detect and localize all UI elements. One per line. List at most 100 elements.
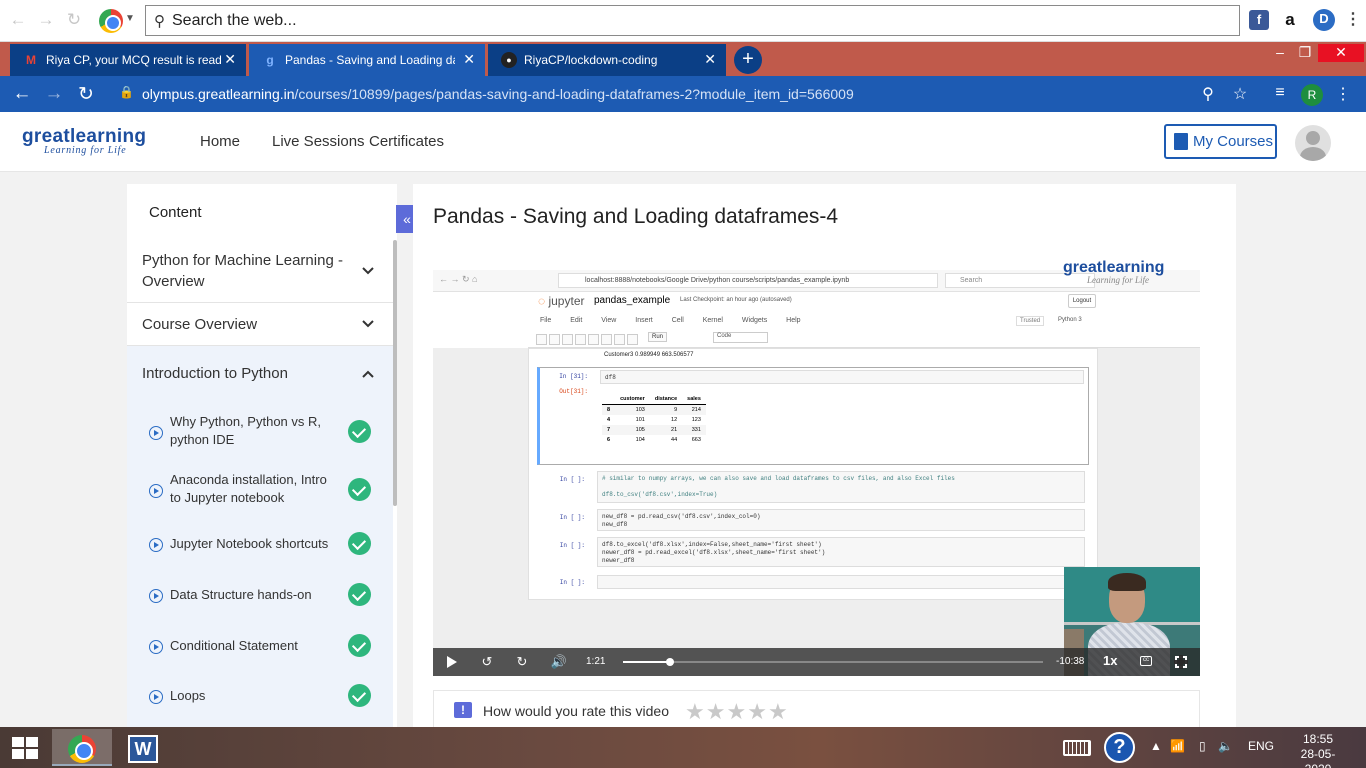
star-rating[interactable]: ★★★★★: [685, 699, 789, 725]
progress-handle[interactable]: [666, 658, 675, 666]
play-circle-icon: [149, 426, 163, 440]
cell-code: new_df8 = pd.read_csv('df8.csv',index_co…: [597, 509, 1085, 531]
clock[interactable]: 18:55 28-05-2020: [1288, 732, 1348, 768]
lesson-data-structure[interactable]: Data Structure hands-on: [127, 568, 393, 619]
lesson-why-python[interactable]: Why Python, Python vs R, python IDE: [127, 402, 393, 460]
playlist-icon[interactable]: ≡: [1270, 84, 1290, 102]
new-tab-button[interactable]: +: [734, 46, 762, 74]
url-path: /courses/10899/pages/pandas-saving-and-l…: [294, 86, 854, 102]
lesson-conditional[interactable]: Conditional Statement: [127, 619, 393, 670]
taskbar-word[interactable]: W: [112, 729, 172, 766]
cell-code: [597, 575, 1085, 589]
url-host: olympus.greatlearning.in: [142, 86, 295, 102]
forward-arrow-icon[interactable]: →: [36, 10, 56, 30]
table-cell: 8: [602, 404, 616, 415]
star-icon[interactable]: ★: [768, 699, 789, 724]
user-avatar[interactable]: [1295, 125, 1331, 161]
lesson-anaconda[interactable]: Anaconda installation, Intro to Jupyter …: [127, 460, 393, 518]
table-row: 4 101 12 123: [602, 415, 706, 425]
table-cell: 21: [649, 425, 683, 435]
chevron-down-icon: [362, 267, 374, 275]
volume-icon[interactable]: 🔊: [550, 654, 568, 670]
chrome-logo-icon[interactable]: [99, 9, 123, 33]
video-player[interactable]: ← → ↻ ⌂ localhost:8888/notebooks/Google …: [433, 252, 1200, 676]
module-course-overview[interactable]: Course Overview: [127, 303, 393, 346]
bookmark-star-icon[interactable]: ☆: [1230, 84, 1250, 104]
language-indicator[interactable]: ENG: [1248, 739, 1274, 753]
nav-certificates[interactable]: Certificates: [369, 133, 444, 150]
more-menu-icon[interactable]: ⋮: [1343, 10, 1363, 30]
progress-bar[interactable]: [623, 658, 1043, 666]
module-python-ml-overview[interactable]: Python for Machine Learning - Overview: [127, 240, 393, 303]
lesson-title: Data Structure hands-on: [170, 587, 312, 602]
chevron-down-icon[interactable]: ▼: [125, 13, 135, 24]
tab-pandas[interactable]: g Pandas - Saving and Loading dataframes…: [249, 44, 485, 76]
play-icon[interactable]: [447, 656, 457, 668]
more-menu-icon[interactable]: ⋮: [1333, 84, 1353, 104]
fullscreen-icon[interactable]: [1174, 655, 1188, 669]
logout-button: Logout: [1068, 294, 1096, 308]
greatlearning-logo[interactable]: greatlearning Learning for Life: [22, 126, 146, 156]
windows-start-icon[interactable]: [12, 737, 38, 759]
tray-chevron-up-icon[interactable]: ▲: [1150, 739, 1162, 753]
greatlearning-icon: g: [266, 53, 274, 67]
taskbar-chrome[interactable]: [52, 729, 112, 766]
lesson-title: Jupyter Notebook shortcuts: [170, 536, 329, 551]
star-icon[interactable]: ★: [685, 699, 706, 724]
web-search-box[interactable]: ⚲: [145, 5, 1240, 36]
sidebar-scrollbar[interactable]: [393, 240, 397, 506]
profile-avatar[interactable]: R: [1301, 84, 1323, 106]
web-search-input[interactable]: [172, 10, 1172, 31]
module-intro-python[interactable]: Introduction to Python: [127, 346, 393, 402]
captions-icon[interactable]: cc: [1140, 656, 1152, 666]
restore-icon[interactable]: ❐: [1290, 44, 1320, 61]
jupyter-logo: ◌ jupyter: [538, 294, 585, 308]
video-watermark: greatlearning Learning for Life: [1063, 259, 1164, 285]
cell-type-select: Code: [713, 332, 768, 343]
d-extension-icon[interactable]: D: [1313, 9, 1335, 31]
rewind-icon[interactable]: ↺: [478, 654, 496, 670]
reload-icon[interactable]: ↻: [64, 10, 84, 30]
nav-home[interactable]: Home: [200, 133, 240, 150]
amazon-icon[interactable]: a: [1280, 10, 1300, 30]
notebook-cell: In [ ]: df8.to_excel('df8.xlsx',index=Fa…: [537, 537, 1089, 569]
battery-icon[interactable]: ▯: [1199, 739, 1206, 753]
star-icon[interactable]: ★: [726, 699, 747, 724]
help-icon[interactable]: ?: [1104, 732, 1135, 763]
tab-gmail[interactable]: M Riya CP, your MCQ result is ready ✕: [10, 44, 246, 76]
playback-speed-button[interactable]: 1x: [1103, 653, 1117, 668]
network-icon[interactable]: 📶: [1170, 739, 1185, 753]
tab-title: Pandas - Saving and Loading dataframes-4: [285, 53, 455, 67]
lesson-title: Conditional Statement: [170, 638, 298, 653]
table-cell: 214: [682, 404, 706, 415]
table-cell: 105: [615, 425, 650, 435]
star-icon[interactable]: ★: [747, 699, 768, 724]
tab-github[interactable]: ● RiyaCP/lockdown-coding ✕: [488, 44, 726, 76]
window-close-icon[interactable]: ✕: [1318, 44, 1364, 62]
close-icon[interactable]: ✕: [463, 51, 475, 68]
back-arrow-icon[interactable]: ←: [10, 83, 34, 105]
reload-icon[interactable]: ↻: [74, 83, 98, 106]
lesson-jupyter-shortcuts[interactable]: Jupyter Notebook shortcuts: [127, 518, 393, 568]
facebook-icon[interactable]: f: [1249, 10, 1269, 30]
my-courses-button[interactable]: My Courses: [1164, 124, 1277, 159]
forward-arrow-icon[interactable]: →: [42, 83, 66, 105]
jupyter-logo-text: jupyter: [548, 294, 585, 308]
lesson-loops[interactable]: Loops: [127, 670, 393, 728]
site-header: greatlearning Learning for Life Home Liv…: [0, 112, 1366, 172]
star-icon[interactable]: ★: [706, 699, 727, 724]
close-icon[interactable]: ✕: [224, 51, 236, 68]
cell-code: df8: [600, 370, 1084, 384]
keyboard-icon[interactable]: [1063, 740, 1091, 756]
close-icon[interactable]: ✕: [704, 51, 716, 68]
forward-10-icon[interactable]: ↻: [513, 654, 531, 670]
url-field[interactable]: olympus.greatlearning.in/courses/10899/p…: [142, 86, 854, 102]
search-icon: ⚲: [154, 13, 165, 30]
nav-live-sessions[interactable]: Live Sessions: [272, 133, 365, 150]
back-arrow-icon[interactable]: ←: [8, 10, 28, 30]
table-cell: 663: [691, 437, 701, 443]
table-cell: 9: [649, 404, 683, 415]
cell-prompt: In [ ]:: [559, 542, 585, 549]
zoom-icon[interactable]: ⚲: [1198, 84, 1218, 104]
speaker-icon[interactable]: 🔈: [1218, 739, 1233, 753]
